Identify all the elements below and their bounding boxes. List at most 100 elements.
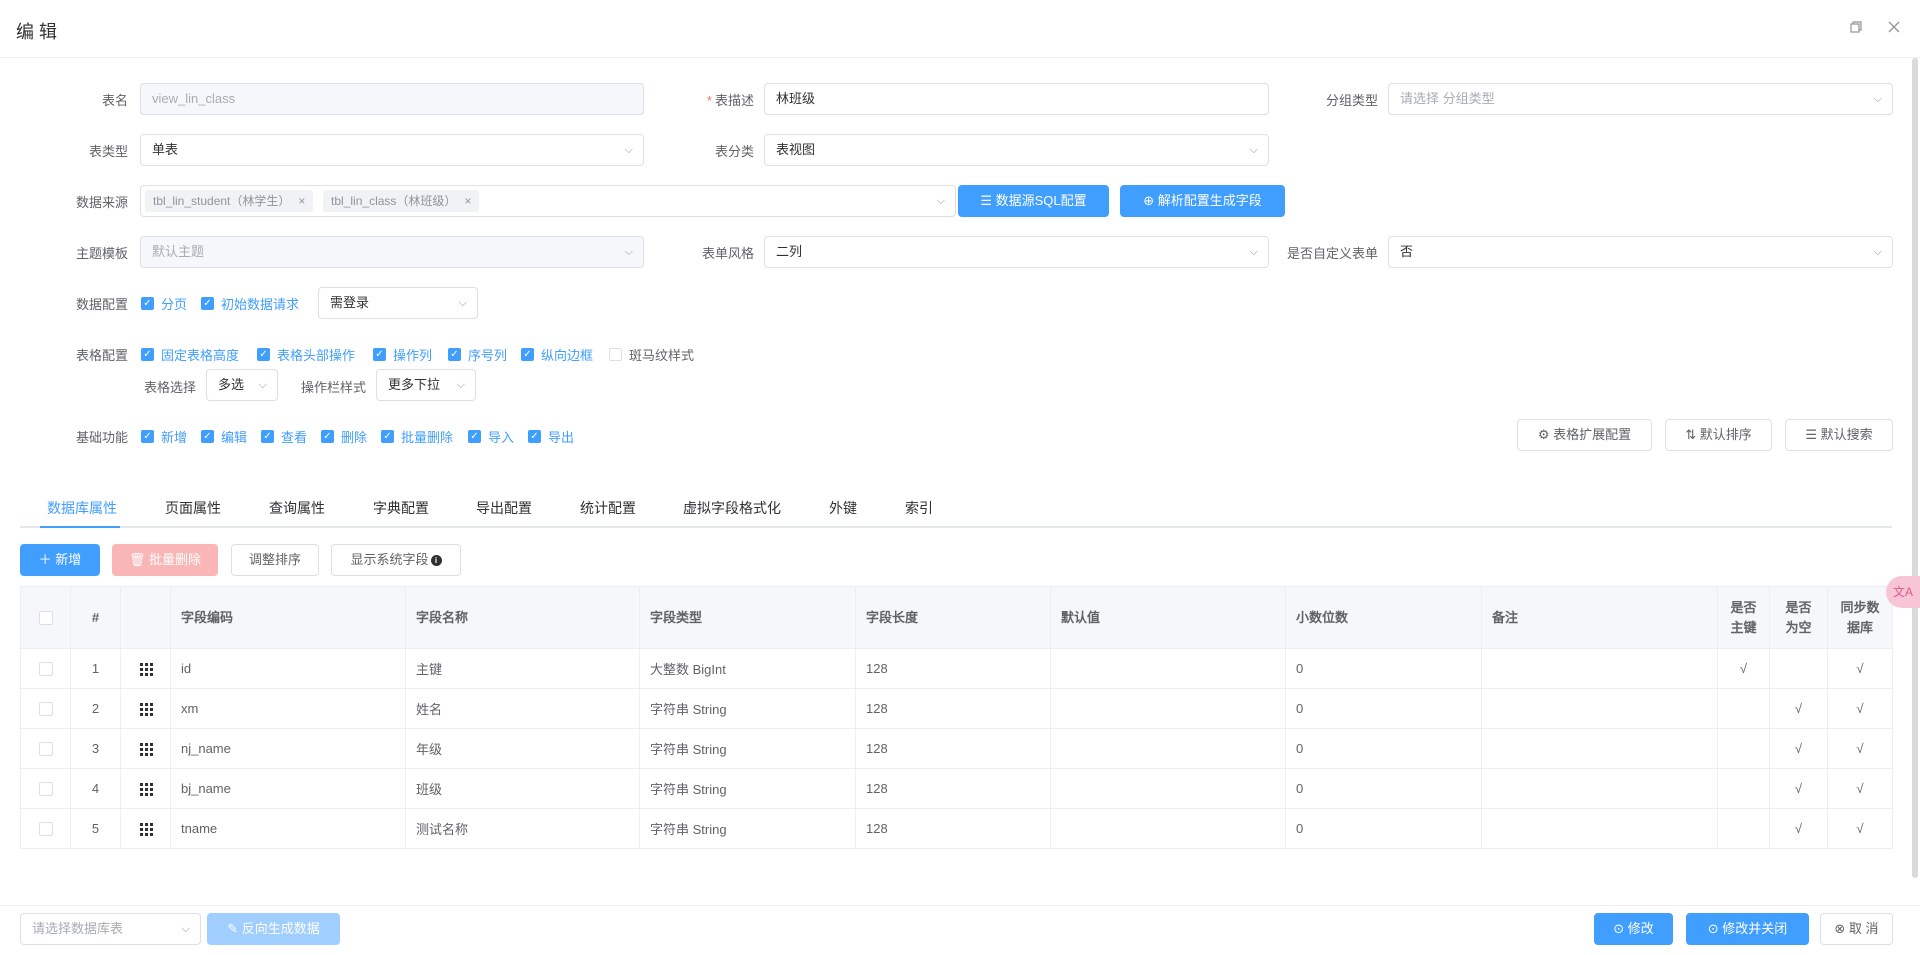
checkbox-initial-request[interactable]: ✓ 初始数据请求 [201, 294, 299, 313]
tab-virtual-format[interactable]: 虚拟字段格式化 [683, 490, 781, 526]
tag-close-icon[interactable]: × [464, 194, 471, 208]
checkbox-vertical-border[interactable]: ✓ 纵向边框 [521, 345, 593, 364]
table-row[interactable]: 2 xm 姓名 字符串 String 128 0 √ √ [20, 688, 1893, 729]
cell-decimal[interactable]: 0 [1285, 768, 1482, 809]
checkbox-stripe[interactable]: 斑马纹样式 [609, 345, 694, 364]
cell-field-type[interactable]: 字符串 String [639, 688, 856, 729]
data-source-sql-button[interactable]: ☰ 数据源SQL配置 [958, 185, 1109, 217]
drag-handle-icon[interactable] [139, 822, 153, 837]
cell-primary-key[interactable]: √ [1717, 648, 1770, 689]
db-table-select[interactable]: 请选择数据库表 ⌵ [20, 913, 201, 945]
checkbox-delete[interactable]: ✓ 删除 [321, 427, 367, 446]
cell-default-value[interactable] [1050, 728, 1286, 769]
op-style-select[interactable]: 更多下拉 ⌵ [376, 369, 476, 401]
table-row[interactable]: 3 nj_name 年级 字符串 String 128 0 √ √ [20, 728, 1893, 769]
cell-nullable[interactable]: √ [1769, 768, 1828, 809]
modify-close-button[interactable]: ⊙ 修改并关闭 [1686, 913, 1809, 945]
row-checkbox[interactable] [38, 742, 53, 757]
data-source-select[interactable]: tbl_lin_student（林学生） × tbl_lin_class（林班级）… [140, 185, 956, 217]
cell-primary-key[interactable] [1717, 808, 1770, 849]
cell-remark[interactable] [1481, 648, 1718, 689]
add-field-button[interactable]: ＋ 新增 [20, 544, 100, 576]
login-select[interactable]: 需登录 ⌵ [318, 287, 478, 319]
tab-query-attributes[interactable]: 查询属性 [269, 490, 325, 526]
cancel-button[interactable]: ⊗ 取 消 [1820, 913, 1893, 945]
cell-field-code[interactable]: id [170, 648, 406, 689]
cell-field-name[interactable]: 班级 [405, 768, 640, 809]
cell-field-type[interactable]: 字符串 String [639, 728, 856, 769]
row-checkbox[interactable] [38, 702, 53, 717]
cell-nullable[interactable] [1769, 648, 1828, 689]
row-checkbox[interactable] [38, 782, 53, 797]
checkbox-edit[interactable]: ✓ 编辑 [201, 427, 247, 446]
checkbox-import[interactable]: ✓ 导入 [468, 427, 514, 446]
cell-field-name[interactable]: 年级 [405, 728, 640, 769]
cell-nullable[interactable]: √ [1769, 688, 1828, 729]
cell-nullable[interactable]: √ [1769, 728, 1828, 769]
table-category-select[interactable]: 表视图 ⌵ [764, 134, 1269, 166]
checkbox-view[interactable]: ✓ 查看 [261, 427, 307, 446]
cell-decimal[interactable]: 0 [1285, 688, 1482, 729]
tab-db-attributes[interactable]: 数据库属性 [47, 490, 117, 526]
tab-page-attributes[interactable]: 页面属性 [165, 490, 221, 526]
tab-stats-config[interactable]: 统计配置 [580, 490, 636, 526]
cell-decimal[interactable]: 0 [1285, 648, 1482, 689]
cell-field-code[interactable]: tname [170, 808, 406, 849]
form-style-select[interactable]: 二列 ⌵ [764, 236, 1269, 268]
row-checkbox[interactable] [38, 822, 53, 837]
table-desc-input[interactable]: 林班级 [764, 83, 1269, 115]
checkbox-index-column[interactable]: ✓ 序号列 [448, 345, 507, 364]
cell-default-value[interactable] [1050, 688, 1286, 729]
table-type-select[interactable]: 单表 ⌵ [140, 134, 644, 166]
cell-field-code[interactable]: nj_name [170, 728, 406, 769]
cell-field-type[interactable]: 大整数 BigInt [639, 648, 856, 689]
tab-export-config[interactable]: 导出配置 [476, 490, 532, 526]
cell-primary-key[interactable] [1717, 768, 1770, 809]
cell-sync-db[interactable]: √ [1827, 648, 1893, 689]
table-ext-config-button[interactable]: ⚙ 表格扩展配置 [1517, 419, 1652, 451]
cell-sync-db[interactable]: √ [1827, 728, 1893, 769]
cell-sync-db[interactable]: √ [1827, 688, 1893, 729]
cell-decimal[interactable]: 0 [1285, 728, 1482, 769]
drag-handle-icon[interactable] [139, 662, 153, 677]
cell-default-value[interactable] [1050, 808, 1286, 849]
cell-remark[interactable] [1481, 728, 1718, 769]
checkbox-batch-delete[interactable]: ✓ 批量删除 [381, 427, 453, 446]
group-type-select[interactable]: 请选择 分组类型 ⌵ [1388, 83, 1893, 115]
checkbox-header-ops[interactable]: ✓ 表格头部操作 [257, 345, 355, 364]
cell-field-name[interactable]: 姓名 [405, 688, 640, 729]
table-row[interactable]: 5 tname 测试名称 字符串 String 128 0 √ √ [20, 808, 1893, 849]
default-search-button[interactable]: ☰ 默认搜索 [1785, 419, 1893, 451]
parse-config-button[interactable]: ⊕ 解析配置生成字段 [1120, 185, 1285, 217]
cell-nullable[interactable]: √ [1769, 808, 1828, 849]
checkbox-pagination[interactable]: ✓ 分页 [141, 294, 187, 313]
cell-primary-key[interactable] [1717, 728, 1770, 769]
cell-primary-key[interactable] [1717, 688, 1770, 729]
cell-decimal[interactable]: 0 [1285, 808, 1482, 849]
tab-dict-config[interactable]: 字典配置 [373, 490, 429, 526]
drag-handle-icon[interactable] [139, 782, 153, 797]
show-system-fields-button[interactable]: 显示系统字段 i [331, 544, 461, 576]
checkbox-fixed-height[interactable]: ✓ 固定表格高度 [141, 345, 239, 364]
cell-default-value[interactable] [1050, 768, 1286, 809]
table-row[interactable]: 1 id 主键 大整数 BigInt 128 0 √ √ [20, 648, 1893, 689]
tab-index[interactable]: 索引 [905, 490, 933, 526]
default-sort-button[interactable]: ⇅ 默认排序 [1665, 419, 1772, 451]
cell-field-name[interactable]: 测试名称 [405, 808, 640, 849]
tab-foreign-key[interactable]: 外键 [829, 490, 857, 526]
drag-handle-icon[interactable] [139, 702, 153, 717]
table-select-select[interactable]: 多选 ⌵ [206, 369, 278, 401]
cell-sync-db[interactable]: √ [1827, 768, 1893, 809]
checkbox-op-column[interactable]: ✓ 操作列 [373, 345, 432, 364]
tag-close-icon[interactable]: × [298, 194, 305, 208]
checkbox-export[interactable]: ✓ 导出 [528, 427, 574, 446]
cell-field-length[interactable]: 128 [855, 728, 1051, 769]
close-icon[interactable] [1886, 20, 1902, 36]
checkbox-add[interactable]: ✓ 新增 [141, 427, 187, 446]
cell-field-length[interactable]: 128 [855, 648, 1051, 689]
cell-remark[interactable] [1481, 768, 1718, 809]
cell-sync-db[interactable]: √ [1827, 808, 1893, 849]
drag-handle-icon[interactable] [139, 742, 153, 757]
translate-icon[interactable]: 文A [1886, 576, 1920, 608]
cell-field-length[interactable]: 128 [855, 768, 1051, 809]
